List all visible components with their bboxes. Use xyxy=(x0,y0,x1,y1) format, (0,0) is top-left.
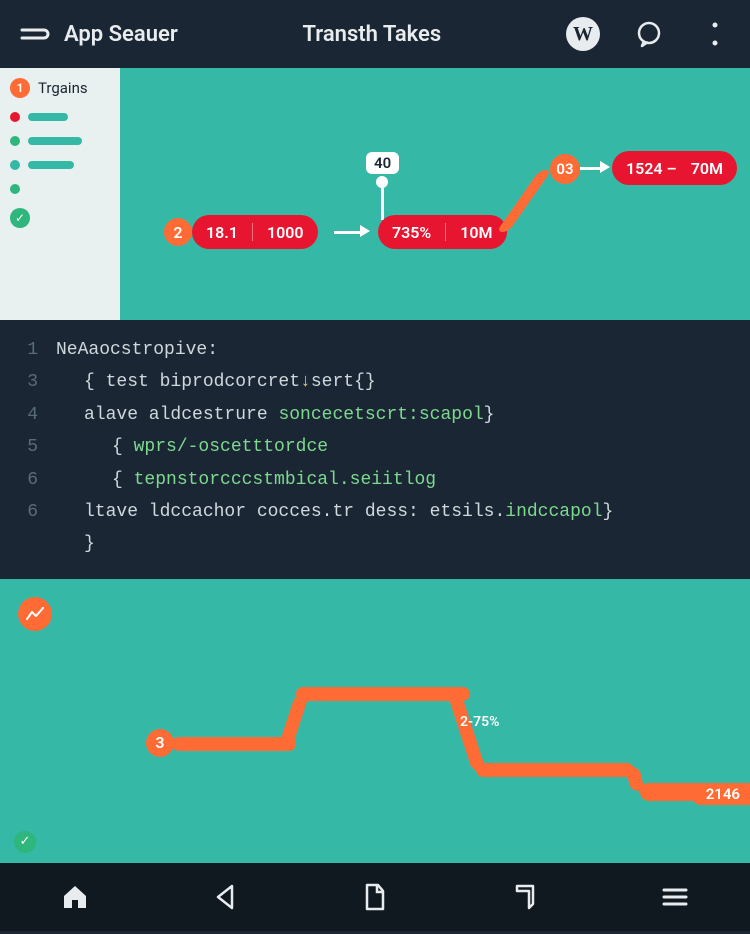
sidebar-item-dot xyxy=(10,136,20,146)
sidebar-check-icon: ✓ xyxy=(10,208,30,228)
sidebar-item-dot xyxy=(10,184,20,194)
code-line[interactable]: } xyxy=(56,528,750,560)
flow-pill-3-a: 1524 – xyxy=(626,159,677,178)
sidebar-header-label: Trgains xyxy=(38,79,88,97)
code-line[interactable]: { tepnstorcccstmbical.seiitlog xyxy=(56,464,750,496)
bottom-nav xyxy=(0,863,750,931)
flow-mid-label: 40 xyxy=(366,152,399,174)
nav-home-icon[interactable] xyxy=(55,877,95,917)
flow-pill-3-b: 70M xyxy=(691,159,723,178)
flow-arrow-2 xyxy=(580,167,600,170)
panel2-check-icon: ✓ xyxy=(14,831,36,853)
flow-pill-3[interactable]: 1524 – 70M xyxy=(612,151,737,185)
sidebar-item[interactable] xyxy=(10,184,110,194)
sidebar-item-bar xyxy=(28,161,74,169)
code-line[interactable]: ltave ldccachor cocces.tr dess: etsils.i… xyxy=(56,496,750,528)
sidebar-header-badge: 1 xyxy=(10,78,30,98)
sidebar-item-bar xyxy=(28,113,68,121)
flow-panel-1: 1 Trgains ✓ 2 18.1 1000 40 735% 10M 03 xyxy=(0,68,750,320)
flow-pill-1-b: 1000 xyxy=(267,223,304,242)
nav-bookmark-icon[interactable] xyxy=(505,877,545,917)
sidebar-item-dot xyxy=(10,160,20,170)
flow-connector-diag xyxy=(496,170,551,232)
flow-pill-2-a: 735% xyxy=(392,223,431,242)
flow-canvas-1[interactable]: 2 18.1 1000 40 735% 10M 03 1524 – 70M xyxy=(120,68,750,320)
flow-pill-2-b: 10M xyxy=(460,223,492,242)
flow2-end-label: 2146 xyxy=(692,783,750,805)
flow2-mid-label: 2-75% xyxy=(450,711,509,733)
sidebar-item[interactable] xyxy=(10,136,110,146)
app-title-center: Transth Takes xyxy=(178,22,566,47)
flow-panel-2[interactable]: 3 2-75% 2146 ✓ xyxy=(0,579,750,863)
code-line[interactable]: { test biprodcorcret↓sert{} xyxy=(56,366,750,398)
code-line[interactable]: { wprs/-oscetttordce xyxy=(56,431,750,463)
flow-node-03-badge: 03 xyxy=(550,154,580,184)
wordpress-icon[interactable]: W xyxy=(566,17,600,51)
app-title-left: App Seauer xyxy=(64,22,178,47)
sidebar-item-bar xyxy=(28,137,82,145)
chat-icon[interactable] xyxy=(632,17,666,51)
sidebar: 1 Trgains ✓ xyxy=(0,68,120,320)
flow-pill-1-a: 18.1 xyxy=(206,223,238,242)
sidebar-item-dot xyxy=(10,112,20,122)
nav-back-icon[interactable] xyxy=(205,877,245,917)
sidebar-item[interactable] xyxy=(10,160,110,170)
flow2-start-badge: 3 xyxy=(146,729,174,757)
nav-file-icon[interactable] xyxy=(355,877,395,917)
code-gutter: 134566 xyxy=(0,334,56,561)
sidebar-item[interactable] xyxy=(10,112,110,122)
code-line[interactable]: alave aldcestrure soncecetscrt:scapol} xyxy=(56,399,750,431)
flow-arrow-1 xyxy=(334,231,360,234)
panel2-icon[interactable] xyxy=(18,597,52,631)
topbar: App Seauer Transth Takes W xyxy=(0,0,750,68)
code-panel[interactable]: 134566 NeAaocstropive:{ test biprodcorcr… xyxy=(0,320,750,579)
nav-menu-icon[interactable] xyxy=(655,877,695,917)
flow-node-2-badge: 2 xyxy=(164,218,192,246)
flow-pill-2[interactable]: 735% 10M xyxy=(378,215,507,249)
sidebar-header[interactable]: 1 Trgains xyxy=(10,78,110,98)
code-line[interactable]: NeAaocstropive: xyxy=(56,334,750,366)
back-icon[interactable] xyxy=(18,17,52,51)
overflow-menu-icon[interactable] xyxy=(698,17,732,51)
flow-pill-1[interactable]: 18.1 1000 xyxy=(192,215,318,249)
code-body[interactable]: NeAaocstropive:{ test biprodcorcret↓sert… xyxy=(56,334,750,561)
